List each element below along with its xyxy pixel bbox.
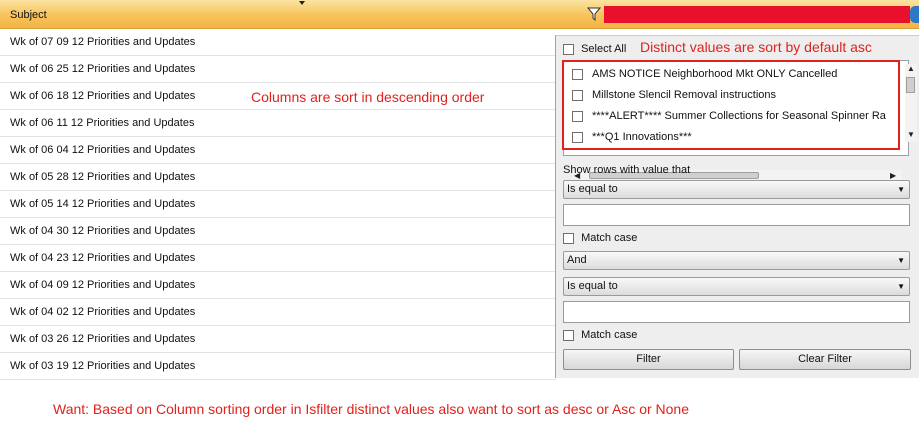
table-row[interactable]: Wk of 04 30 12 Priorities and Updates (0, 218, 556, 245)
table-row[interactable]: Wk of 06 11 12 Priorities and Updates (0, 110, 556, 137)
operator-select-1[interactable]: Is equal to ▼ (563, 180, 910, 199)
vertical-scroll-thumb[interactable] (906, 77, 915, 93)
table-row[interactable]: Wk of 04 02 12 Priorities and Updates (0, 299, 556, 326)
scroll-right-icon[interactable]: ▶ (890, 171, 896, 180)
table-row[interactable]: Wk of 07 09 12 Priorities and Updates (0, 29, 556, 56)
filter-funnel-icon[interactable] (587, 7, 601, 21)
show-rows-label: Show rows with value that (563, 164, 691, 176)
match-case-checkbox-2[interactable] (563, 329, 574, 341)
annotation-columns-sort: Columns are sort in descending order (251, 89, 485, 105)
filter-popup: Select All Distinct values are sort by d… (555, 35, 919, 378)
filter-button[interactable]: Filter (563, 349, 734, 370)
table-row[interactable]: Wk of 03 19 12 Priorities and Updates (0, 353, 556, 380)
select-all-label: Select All (581, 43, 627, 55)
table-row[interactable]: Wk of 06 25 12 Priorities and Updates (0, 56, 556, 83)
logical-operator-value: And (567, 254, 587, 266)
scroll-down-icon[interactable]: ▼ (907, 130, 915, 139)
sort-indicator-icon (299, 1, 305, 5)
operator-select-2-value: Is equal to (567, 280, 618, 292)
table-row[interactable]: Wk of 05 28 12 Priorities and Updates (0, 164, 556, 191)
vertical-scrollbar[interactable]: ▲ ▼ (905, 64, 917, 142)
operator-select-1-value: Is equal to (567, 183, 618, 195)
table-row[interactable]: Wk of 04 09 12 Priorities and Updates (0, 272, 556, 299)
filter-value-input-2[interactable] (563, 301, 910, 323)
logical-operator-select[interactable]: And ▼ (563, 251, 910, 270)
highlight-bar (604, 6, 910, 23)
select-all-checkbox[interactable] (563, 43, 574, 55)
dropdown-arrow-icon: ▼ (897, 185, 905, 194)
match-case-label-1: Match case (581, 232, 638, 244)
match-case-label-2: Match case (581, 329, 638, 341)
scroll-up-icon[interactable]: ▲ (907, 64, 915, 73)
clear-filter-button[interactable]: Clear Filter (739, 349, 911, 370)
filter-value-input-1[interactable] (563, 204, 910, 226)
grid-rows: Wk of 07 09 12 Priorities and Updates Wk… (0, 29, 556, 380)
annotation-want: Want: Based on Column sorting order in I… (53, 401, 689, 417)
table-row[interactable]: Wk of 06 04 12 Priorities and Updates (0, 137, 556, 164)
dropdown-arrow-icon: ▼ (897, 282, 905, 291)
annotation-distinct-sort: Distinct values are sort by default asc (640, 39, 872, 55)
column-edge-tab (910, 6, 919, 23)
operator-select-2[interactable]: Is equal to ▼ (563, 277, 910, 296)
table-row[interactable]: Wk of 03 26 12 Priorities and Updates (0, 326, 556, 353)
table-row[interactable]: Wk of 04 23 12 Priorities and Updates (0, 245, 556, 272)
dropdown-arrow-icon: ▼ (897, 256, 905, 265)
distinct-values-highlight (562, 60, 900, 150)
grid-column-header[interactable]: Subject (0, 0, 919, 29)
column-header-subject[interactable]: Subject (10, 9, 47, 21)
match-case-checkbox-1[interactable] (563, 232, 574, 244)
table-row[interactable]: Wk of 05 14 12 Priorities and Updates (0, 191, 556, 218)
